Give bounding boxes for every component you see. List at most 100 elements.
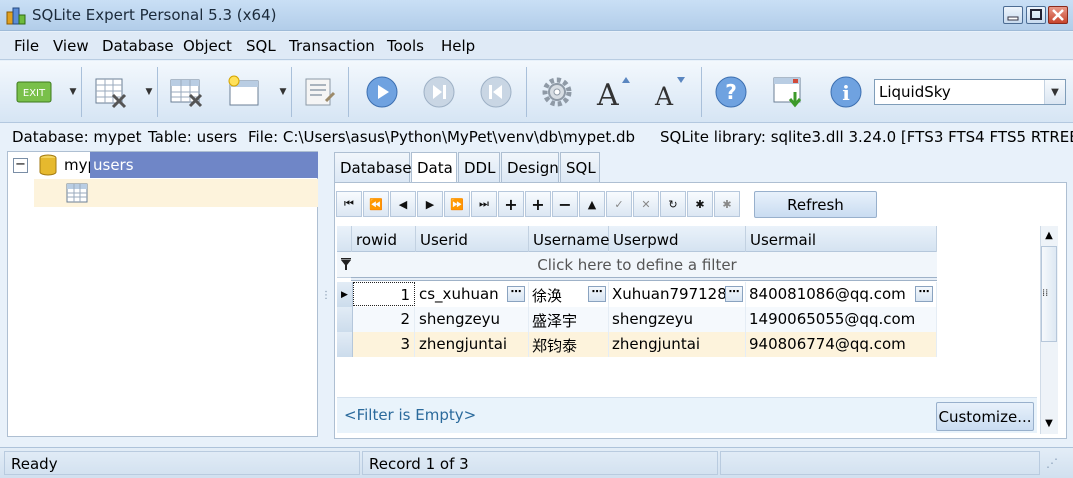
next-page-icon[interactable]: ⏩ [444,191,470,217]
menu-sql[interactable]: SQL [246,37,276,55]
first-page-icon[interactable]: ⏮ [336,191,362,217]
table-row[interactable]: 3 zhengjuntai 郑钧泰 zhengjuntai 940806774@… [337,332,937,357]
close-button[interactable] [1048,6,1068,24]
edit-record-icon[interactable]: ▲ [579,191,605,217]
scroll-down-icon[interactable]: ▼ [1040,414,1058,432]
menu-transaction[interactable]: Transaction [289,37,375,55]
cell-userid[interactable]: zhengjuntai [416,332,529,357]
font-smaller-button[interactable]: A [650,71,690,113]
column-header-userid[interactable]: Userid [416,226,529,252]
tab-data[interactable]: Data [411,152,457,183]
info-button[interactable]: i [826,71,866,113]
run-button[interactable] [362,71,402,113]
theme-select[interactable]: LiquidSky ▼ [874,79,1066,105]
cell-editor-ellipsis[interactable]: ⋯ [915,286,933,302]
cell-userid[interactable]: shengzeyu [416,307,529,332]
menu-view[interactable]: View [53,37,89,55]
resize-grip-icon[interactable]: ⋰ [1046,456,1058,470]
column-header-userpwd[interactable]: Userpwd [609,226,746,252]
cell-editor-ellipsis[interactable]: ⋯ [507,286,525,302]
info-library: SQLite library: sqlite3.dll 3.24.0 [FTS3… [660,128,1073,146]
cell-usermail[interactable]: 840081086@qq.com [746,282,937,307]
refresh-records-icon[interactable]: ↻ [660,191,686,217]
bookmark-icon[interactable]: ✱ [687,191,713,217]
cell-userpwd[interactable]: shengzeyu [609,307,746,332]
step-button[interactable] [419,71,459,113]
database-tools-button[interactable] [91,71,131,113]
title-bar[interactable]: SQLite Expert Personal 5.3 (x64) [0,0,1073,31]
delete-record-icon[interactable]: − [552,191,578,217]
cell-editor-ellipsis[interactable]: ⋯ [725,286,743,302]
settings-button[interactable] [537,71,577,113]
previous-record-icon[interactable]: ◀ [390,191,416,217]
filter-row[interactable]: Click here to define a filter [337,252,937,278]
collapse-icon[interactable]: − [13,158,28,173]
column-header-rowid[interactable]: rowid [352,226,416,252]
menu-tools[interactable]: Tools [387,37,424,55]
exit-dropdown[interactable]: ▼ [67,67,79,117]
tree-table-label[interactable]: users [90,152,318,178]
refresh-button[interactable]: Refresh [754,191,877,218]
new-table-icon [228,75,259,106]
cancel-edit-icon[interactable]: ✕ [633,191,659,217]
sql-editor-button[interactable] [300,71,340,113]
menu-database[interactable]: Database [102,37,174,55]
menu-object[interactable]: Object [183,37,232,55]
menu-file[interactable]: File [14,37,39,55]
font-smaller-icon: A [654,77,685,110]
header-corner [337,226,352,252]
menu-help[interactable]: Help [441,37,475,55]
previous-page-icon[interactable]: ⏪ [363,191,389,217]
insert-record-icon[interactable]: + [498,191,524,217]
tree-table-row[interactable] [34,179,318,207]
database-tree[interactable]: − mypet users [7,151,318,437]
tools-dropdown[interactable]: ▼ [143,67,155,117]
update-button[interactable] [769,71,809,113]
cell-rowid[interactable]: 1 [353,282,415,306]
exit-button[interactable]: EXIT [12,71,58,113]
font-larger-button[interactable]: A [593,71,633,113]
cell-username[interactable]: 郑钧泰 [529,332,609,357]
new-object-dropdown[interactable]: ▼ [277,67,289,117]
goto-bookmark-icon[interactable]: ✱ [714,191,740,217]
column-header-usermail[interactable]: Usermail [746,226,937,252]
theme-value: LiquidSky [879,83,951,101]
cell-rowid[interactable]: 2 [353,307,415,332]
svg-text:EXIT: EXIT [23,88,46,99]
minimize-button[interactable] [1003,6,1023,24]
stop-button[interactable] [476,71,516,113]
tab-design[interactable]: Design [501,152,559,182]
customize-button[interactable]: Customize... [936,402,1034,431]
maximize-icon [1030,9,1042,20]
cell-editor-ellipsis[interactable]: ⋯ [588,286,606,302]
column-resize-grip-icon[interactable]: ⁞⁞ [1042,288,1048,299]
cell-usermail[interactable]: 940806774@qq.com [746,332,937,357]
help-button[interactable]: ? [711,71,751,113]
status-state: Ready [4,451,360,475]
toolbar-separator [701,67,702,117]
post-edit-icon[interactable]: ✓ [606,191,632,217]
column-header-username[interactable]: Username [529,226,609,252]
tab-ddl[interactable]: DDL [458,152,500,182]
toolbar-separator [348,67,349,117]
cell-usermail[interactable]: 1490065055@qq.com [746,307,937,332]
splitter-handle[interactable]: ⋮ [321,290,331,301]
filter-status[interactable]: <Filter is Empty> [344,406,476,424]
chevron-down-icon[interactable]: ▼ [1044,80,1065,104]
cell-username[interactable]: 盛泽宇 [529,307,609,332]
cell-userpwd[interactable]: zhengjuntai [609,332,746,357]
next-record-icon[interactable]: ▶ [417,191,443,217]
new-table-button[interactable] [224,71,264,113]
tab-sql[interactable]: SQL [560,152,600,182]
cell-rowid[interactable]: 3 [353,332,415,357]
filter-hint[interactable]: Click here to define a filter [337,256,937,274]
maximize-button[interactable] [1026,6,1046,24]
last-page-icon[interactable]: ⏭ [471,191,497,217]
append-record-icon[interactable]: + [525,191,551,217]
tab-database[interactable]: Database [334,152,412,182]
table-row[interactable]: ▶ 1 cs_xuhuan ⋯ 徐涣 ⋯ Xuhuan797128 ⋯ 8400… [337,282,937,307]
table-row[interactable]: 2 shengzeyu 盛泽宇 shengzeyu 1490065055@qq.… [337,307,937,332]
toolbar-separator [157,67,158,117]
table-tools-button[interactable] [166,71,206,113]
scroll-up-icon[interactable]: ▲ [1040,226,1058,244]
